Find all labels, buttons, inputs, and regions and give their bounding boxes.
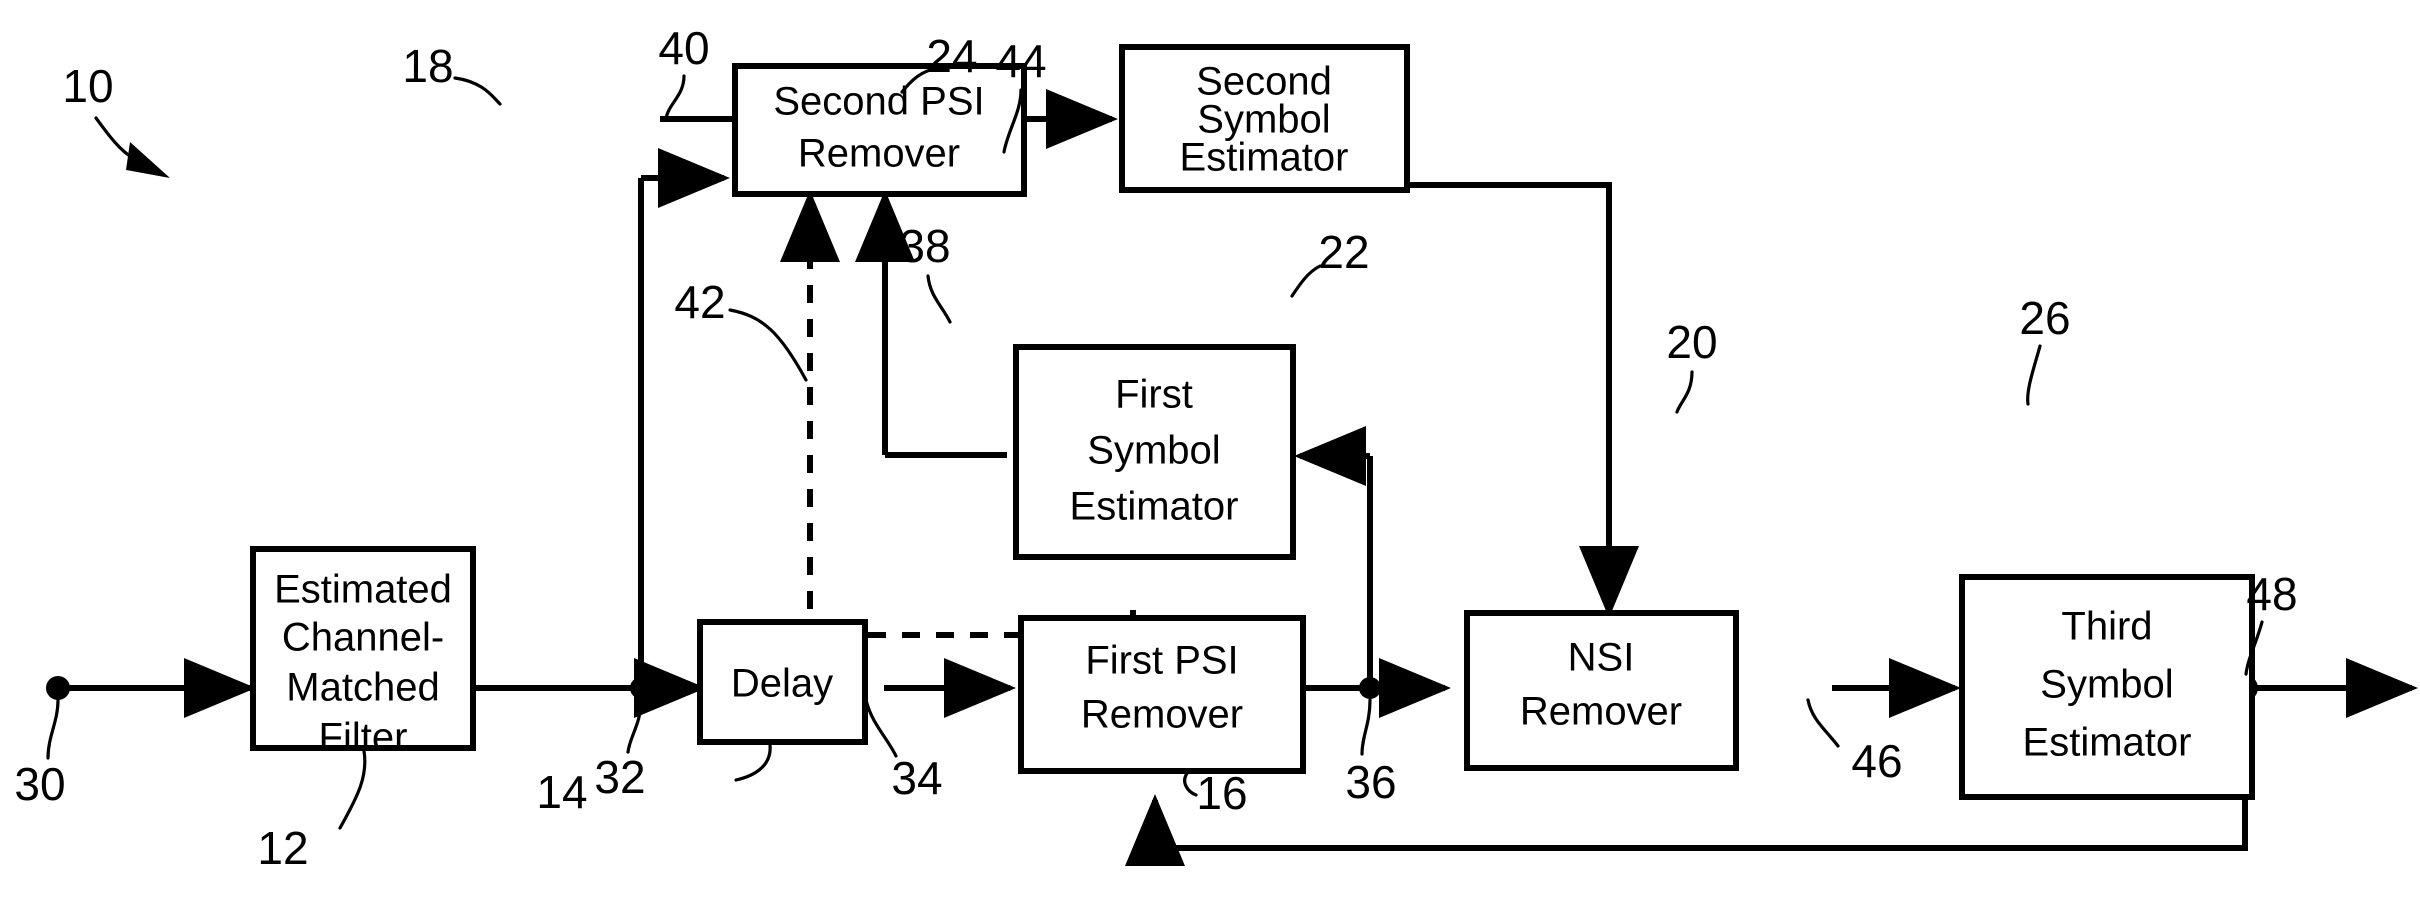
svg-text:38: 38 xyxy=(899,220,950,272)
svg-text:30: 30 xyxy=(14,758,65,810)
block-first-symbol-estimator-main[interactable]: First Symbol Estimator xyxy=(1013,344,1296,560)
block-label-line-1: First xyxy=(1115,373,1193,417)
svg-text:34: 34 xyxy=(891,752,942,804)
figure-canvas: Estimated Channel- Matched Filter Delay … xyxy=(0,0,2420,921)
svg-text:44: 44 xyxy=(995,35,1046,87)
block-label-line-1: First PSI xyxy=(1085,639,1238,683)
svg-text:22: 22 xyxy=(1318,226,1369,278)
svg-text:40: 40 xyxy=(658,22,709,74)
block-label-line-2: Remover xyxy=(1081,693,1243,737)
block-label-line-3: Estimator xyxy=(2023,721,2192,765)
svg-text:42: 42 xyxy=(674,276,725,328)
block-label-line-2: Remover xyxy=(1520,690,1682,734)
svg-text:16: 16 xyxy=(1196,767,1247,819)
block-label-line-2: Channel- xyxy=(282,616,444,660)
svg-text:46: 46 xyxy=(1851,735,1902,787)
block-label-line-1: NSI xyxy=(1568,636,1635,680)
svg-text:36: 36 xyxy=(1345,756,1396,808)
svg-text:10: 10 xyxy=(62,60,113,112)
block-first-psi-remover-main[interactable]: First PSI Remover xyxy=(1018,615,1306,774)
svg-text:32: 32 xyxy=(594,751,645,803)
svg-text:26: 26 xyxy=(2019,292,2070,344)
block-delay-main[interactable]: Delay xyxy=(697,619,868,745)
block-label-line-3: Estimator xyxy=(1070,485,1239,529)
block-label-line-2: Symbol xyxy=(2040,663,2173,707)
svg-text:14: 14 xyxy=(536,766,587,818)
svg-text:12: 12 xyxy=(257,822,308,874)
block-nsi-remover-main[interactable]: NSI Remover xyxy=(1464,610,1739,771)
block-estimated-channel-matched-filter-main[interactable]: Estimated Channel- Matched Filter xyxy=(250,546,476,760)
block-label-line-3: Matched xyxy=(286,666,439,710)
svg-text:18: 18 xyxy=(402,40,453,92)
block-second-psi-remover-main[interactable]: Second PSI Remover xyxy=(732,63,1027,197)
block-label-line-1: Estimated xyxy=(274,568,452,612)
block-label-line-1: Second PSI xyxy=(773,80,984,124)
svg-text:20: 20 xyxy=(1666,316,1717,368)
block-second-symbol-estimator-main[interactable]: Second Symbol Estimator xyxy=(1119,44,1410,193)
svg-text:48: 48 xyxy=(2246,568,2297,620)
block-label-delay: Delay xyxy=(731,662,833,706)
block-diagram-main: Estimated Channel- Matched Filter Delay … xyxy=(0,0,2420,921)
block-label-line-1: Third xyxy=(2061,605,2152,649)
block-label-line-2: Remover xyxy=(798,132,960,176)
block-third-symbol-estimator-main[interactable]: Third Symbol Estimator xyxy=(1959,574,2255,800)
block-label-line-2: Symbol xyxy=(1087,429,1220,473)
svg-text:24: 24 xyxy=(926,30,977,82)
block-label-line-3: Estimator xyxy=(1180,136,1349,180)
